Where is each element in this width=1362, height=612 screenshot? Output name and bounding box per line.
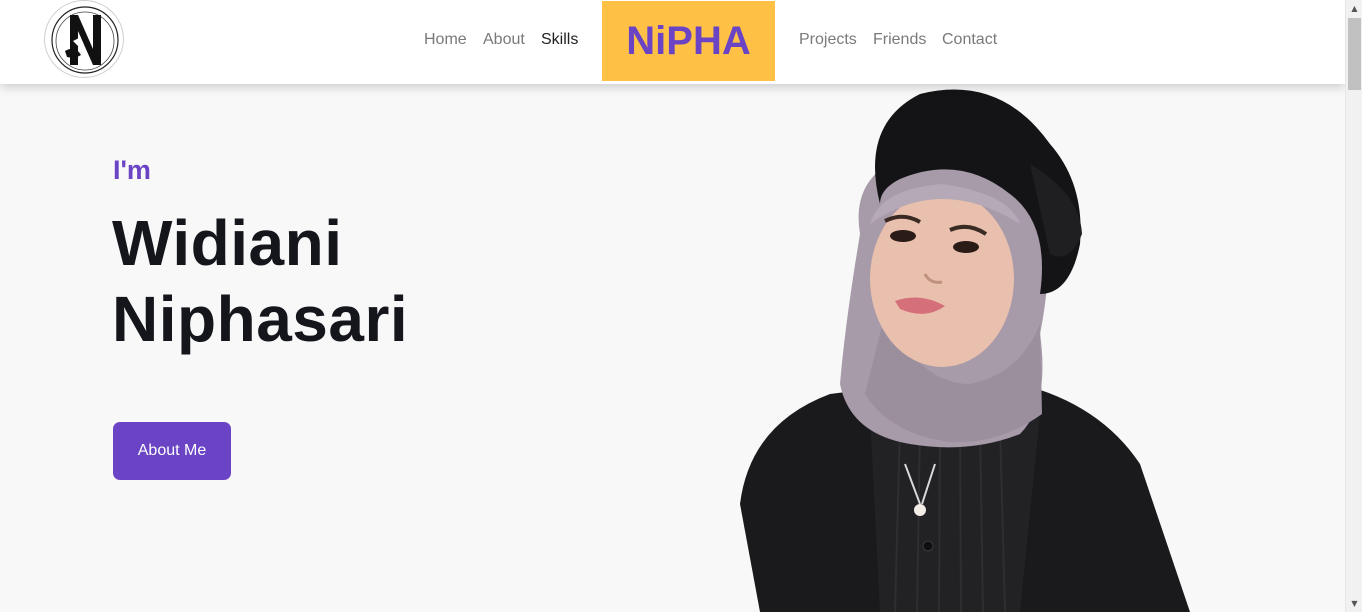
nav-contact[interactable]: Contact <box>942 30 997 50</box>
brand-logo-text[interactable]: NiPHA <box>602 1 775 81</box>
nav-friends[interactable]: Friends <box>873 30 926 50</box>
portrait-illustration <box>740 89 1190 612</box>
nav-skills[interactable]: Skills <box>541 30 578 50</box>
nav-home[interactable]: Home <box>424 30 467 50</box>
hero-intro: I'm <box>113 155 151 185</box>
scroll-down-icon[interactable]: ▼ <box>1346 595 1362 612</box>
nav-projects[interactable]: Projects <box>799 30 857 50</box>
logo-graphic <box>51 6 119 74</box>
page: Home About Skills NiPHA Projects Friends… <box>0 0 1345 612</box>
hero-name-line2: Niphasari <box>112 283 409 355</box>
logo-icon[interactable] <box>44 0 124 78</box>
nav-about[interactable]: About <box>483 30 525 50</box>
scroll-up-icon[interactable]: ▲ <box>1346 0 1362 17</box>
portrait-image <box>720 84 1200 612</box>
hero-name: Widiani Niphasari <box>112 205 408 357</box>
vertical-scrollbar[interactable]: ▲ ▼ <box>1345 0 1362 612</box>
navbar: Home About Skills NiPHA Projects Friends… <box>0 0 1345 84</box>
scrollbar-thumb[interactable] <box>1348 18 1361 90</box>
hero-name-line1: Widiani <box>112 207 343 279</box>
about-me-button[interactable]: About Me <box>113 422 231 480</box>
